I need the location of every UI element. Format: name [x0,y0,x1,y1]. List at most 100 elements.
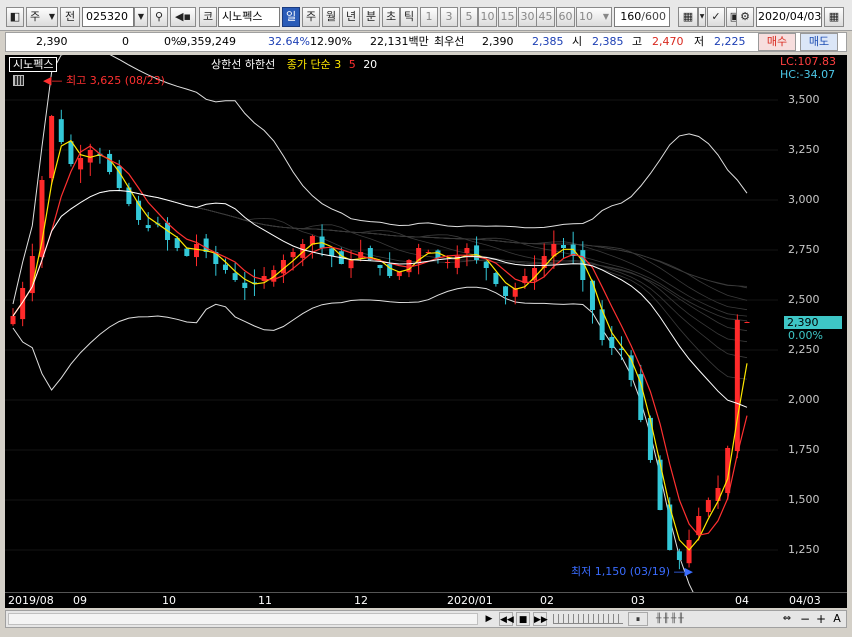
scroll-track[interactable] [8,613,478,625]
candle-body [184,248,190,256]
code-input[interactable]: 025320 [82,7,134,27]
buy-button[interactable]: 매수 [758,33,796,51]
amount-value: 22,131백만 [370,35,429,48]
candle-body [194,244,199,258]
candle-body [242,282,248,288]
y-tick-label: 3,000 [788,193,820,206]
rewind-button[interactable]: ◀◀ [499,612,514,626]
tab-minute[interactable]: 분 [362,7,380,27]
legend-name-box[interactable]: 시노펙스 [9,57,58,72]
fan-line [12,190,748,380]
interval-10[interactable]: 10 [478,7,497,27]
interval-45[interactable]: 45 [536,7,555,27]
interval-15[interactable]: 15 [498,7,517,27]
interval-3[interactable]: 3 [440,7,458,27]
sound-icon[interactable]: ◀▪ [170,7,196,27]
candle-body [377,265,383,268]
check-line-icon[interactable]: ✓ [707,7,725,27]
calendar-icon[interactable]: ▦ [824,7,844,27]
type-select-label: 주 [30,10,41,23]
y-tick-label: 1,250 [788,543,820,556]
y-tick-label: 2,250 [788,343,820,356]
code-dropdown-icon[interactable]: ▼ [134,7,148,27]
count-input[interactable]: 160/600 [614,7,670,27]
scroll-bar[interactable]: ▶ ◀◀ ■ ▶▶ ⏸ ╫╫╫╫ ⇔ − + A [5,610,847,628]
candle-body [445,262,451,263]
zoom-in-icon[interactable]: + [814,612,828,626]
chart-menu-icon[interactable]: ◧ [6,7,24,27]
legend-name: 시노펙스 [13,58,54,71]
search-icon[interactable]: ⚲ [150,7,168,27]
best-label: 최우선 [434,35,465,48]
price-chart-svg [5,55,778,592]
forward-button[interactable]: ▶▶ [533,612,548,626]
grid-toggle-icon[interactable] [13,75,24,86]
low-value: 2,225 [714,35,746,48]
tab-second[interactable]: 초 [382,7,400,27]
chart-legend: 시노펙스 상한선 하한선 종가 단순 3 5 20 [9,56,377,72]
low-annotation: 최저 1,150 (03/19) —▶ [571,565,693,578]
sync-icon[interactable]: ⇔ [780,612,794,626]
candle-body [676,551,682,560]
fan-line [12,190,748,317]
ma5-line [12,145,748,536]
period-toggle[interactable]: ⏸ [628,612,648,626]
x-label-04: 04 [735,594,749,607]
stock-name-field[interactable]: 시노펙스 [218,7,280,27]
zoom-slider[interactable] [553,614,623,624]
turnover-value: 32.64% [268,35,310,48]
chevron-down-icon: ▼ [48,12,55,21]
price-chart[interactable]: 시노펙스 상한선 하한선 종가 단순 3 5 20 ◀— 최고 3,625 (0… [5,55,778,592]
tools-icon[interactable]: ▦ [678,7,698,27]
sell-label: 매도 [808,35,830,48]
prev-button[interactable]: 전 [60,7,80,27]
code-value: 025320 [86,10,128,23]
tab-tick[interactable]: 틱 [400,7,418,27]
y-tick-label: 3,500 [788,93,820,106]
zoom-out-icon[interactable]: − [798,612,812,626]
text-tool-icon[interactable]: A [830,612,844,626]
high-annotation: ◀— 최고 3,625 (08/23) [43,74,165,87]
x-label-2019-08: 2019/08 [8,594,54,607]
candle-body [329,248,335,256]
fan-line [12,190,748,322]
bollinger-bands [12,55,748,592]
tab-year[interactable]: 년 [342,7,360,27]
kr-badge[interactable]: 코 [199,7,217,27]
candle-body [609,336,615,348]
date-value: 2020/04/03 [758,10,822,23]
candle-body [715,488,721,501]
candle-style-icon[interactable]: ╫╫╫╫ [656,612,736,626]
tab-week[interactable]: 주 [302,7,320,27]
y-tick-label: 1,500 [788,493,820,506]
y-tick-label: 1,750 [788,443,820,456]
current-price-tag: 2,390 [784,316,842,329]
candle-body [638,374,644,420]
date-input[interactable]: 2020/04/03 [756,7,822,27]
stop-button[interactable]: ■ [516,612,530,626]
scroll-left-button[interactable]: ▶ [482,612,496,626]
stock-name-value: 시노펙스 [222,10,263,23]
fan-line [12,190,748,317]
x-label-12: 12 [354,594,368,607]
legend-envelope: 상한선 하한선 [210,58,276,71]
gear-icon[interactable]: ⚙ [736,7,754,27]
interval-5[interactable]: 5 [460,7,478,27]
tools-dropdown-icon[interactable]: ▼ [698,7,706,27]
candle-body [348,260,354,269]
interval-60[interactable]: 60 [556,7,575,27]
tab-day[interactable]: 일 [282,7,300,27]
ma3-line [12,139,748,551]
sell-button[interactable]: 매도 [800,33,838,51]
candle-body [474,245,480,260]
candle-body [744,322,750,323]
candle-body [647,417,653,460]
type-select[interactable]: 주 ▼ [26,7,58,27]
interval-30[interactable]: 30 [518,7,537,27]
bid-value: 2,385 [532,35,564,48]
candle-body [261,276,267,282]
candle-body [696,516,702,536]
interval-1[interactable]: 1 [420,7,438,27]
tab-month[interactable]: 월 [322,7,340,27]
interval-select[interactable]: 10 ▼ [576,7,612,27]
